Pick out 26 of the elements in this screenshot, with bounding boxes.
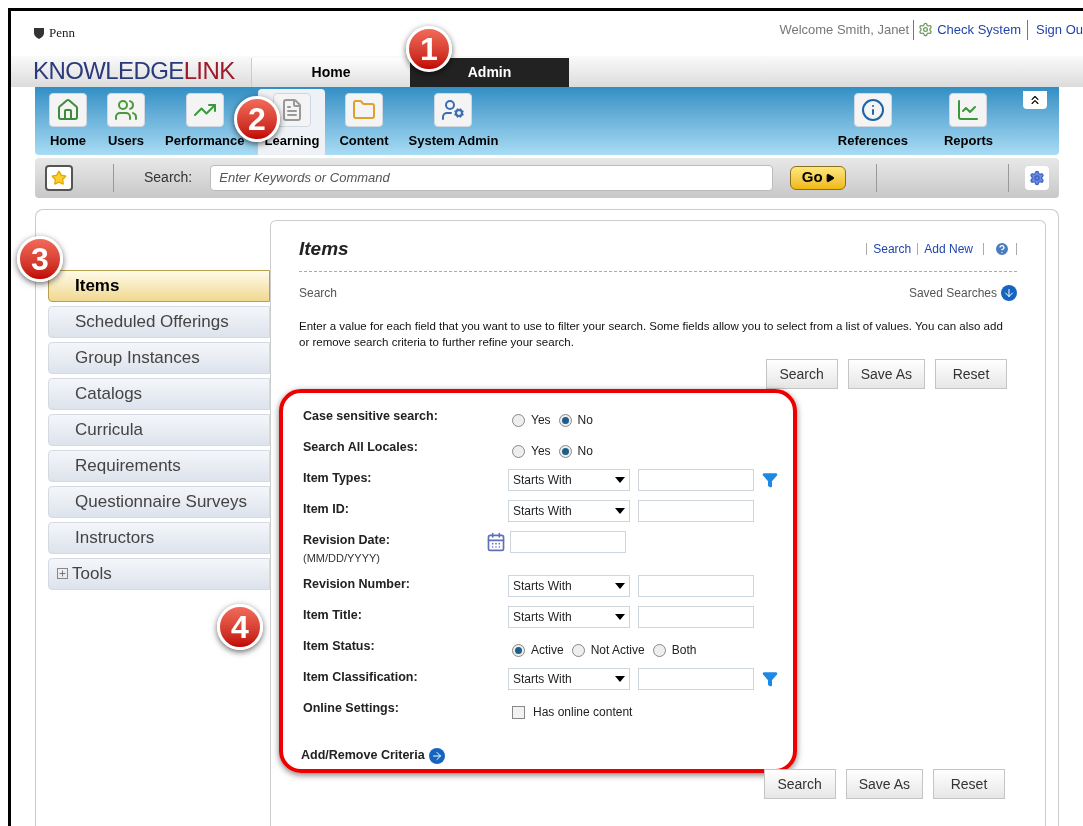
instructions-text: Enter a value for each field that you want to use to filter your search. Some fields allow you to select from a list of values. You can also add or remove search criteria to further refine your search.: [299, 319, 1004, 350]
field-label: Revision Number:: [303, 576, 410, 594]
option-label: Yes: [531, 412, 551, 429]
checkbox-label: Has online content: [533, 704, 633, 722]
field-label: Item Status:: [303, 638, 375, 656]
option-label: Active: [531, 642, 564, 660]
page-title: Items: [299, 236, 349, 261]
section-label: Search: [299, 285, 338, 302]
option-label: No: [577, 443, 593, 460]
institution-name: Penn: [49, 24, 75, 42]
field-label: Search All Locales:: [303, 439, 418, 456]
field-label: Case sensitive search:: [303, 408, 438, 425]
option-label: Not Active: [590, 642, 645, 660]
app-logo: KNOWLEDGELINK: [32, 56, 236, 86]
field-label: Item Title:: [303, 607, 362, 625]
option-label: Both: [671, 642, 697, 660]
field-label: Item Classification:: [303, 669, 418, 687]
field-label: Item Types:: [303, 470, 372, 487]
option-label: Yes: [531, 443, 551, 460]
option-label: No: [577, 412, 593, 429]
date-format-hint: (MM/DD/YYYY): [303, 550, 380, 566]
field-label: Revision Date:: [303, 532, 390, 549]
field-label: Online Settings:: [303, 700, 399, 718]
welcome-text: Welcome Smith, Janet: [779, 20, 915, 40]
field-label: Item ID:: [303, 501, 349, 518]
search-label: Search:: [144, 168, 193, 187]
